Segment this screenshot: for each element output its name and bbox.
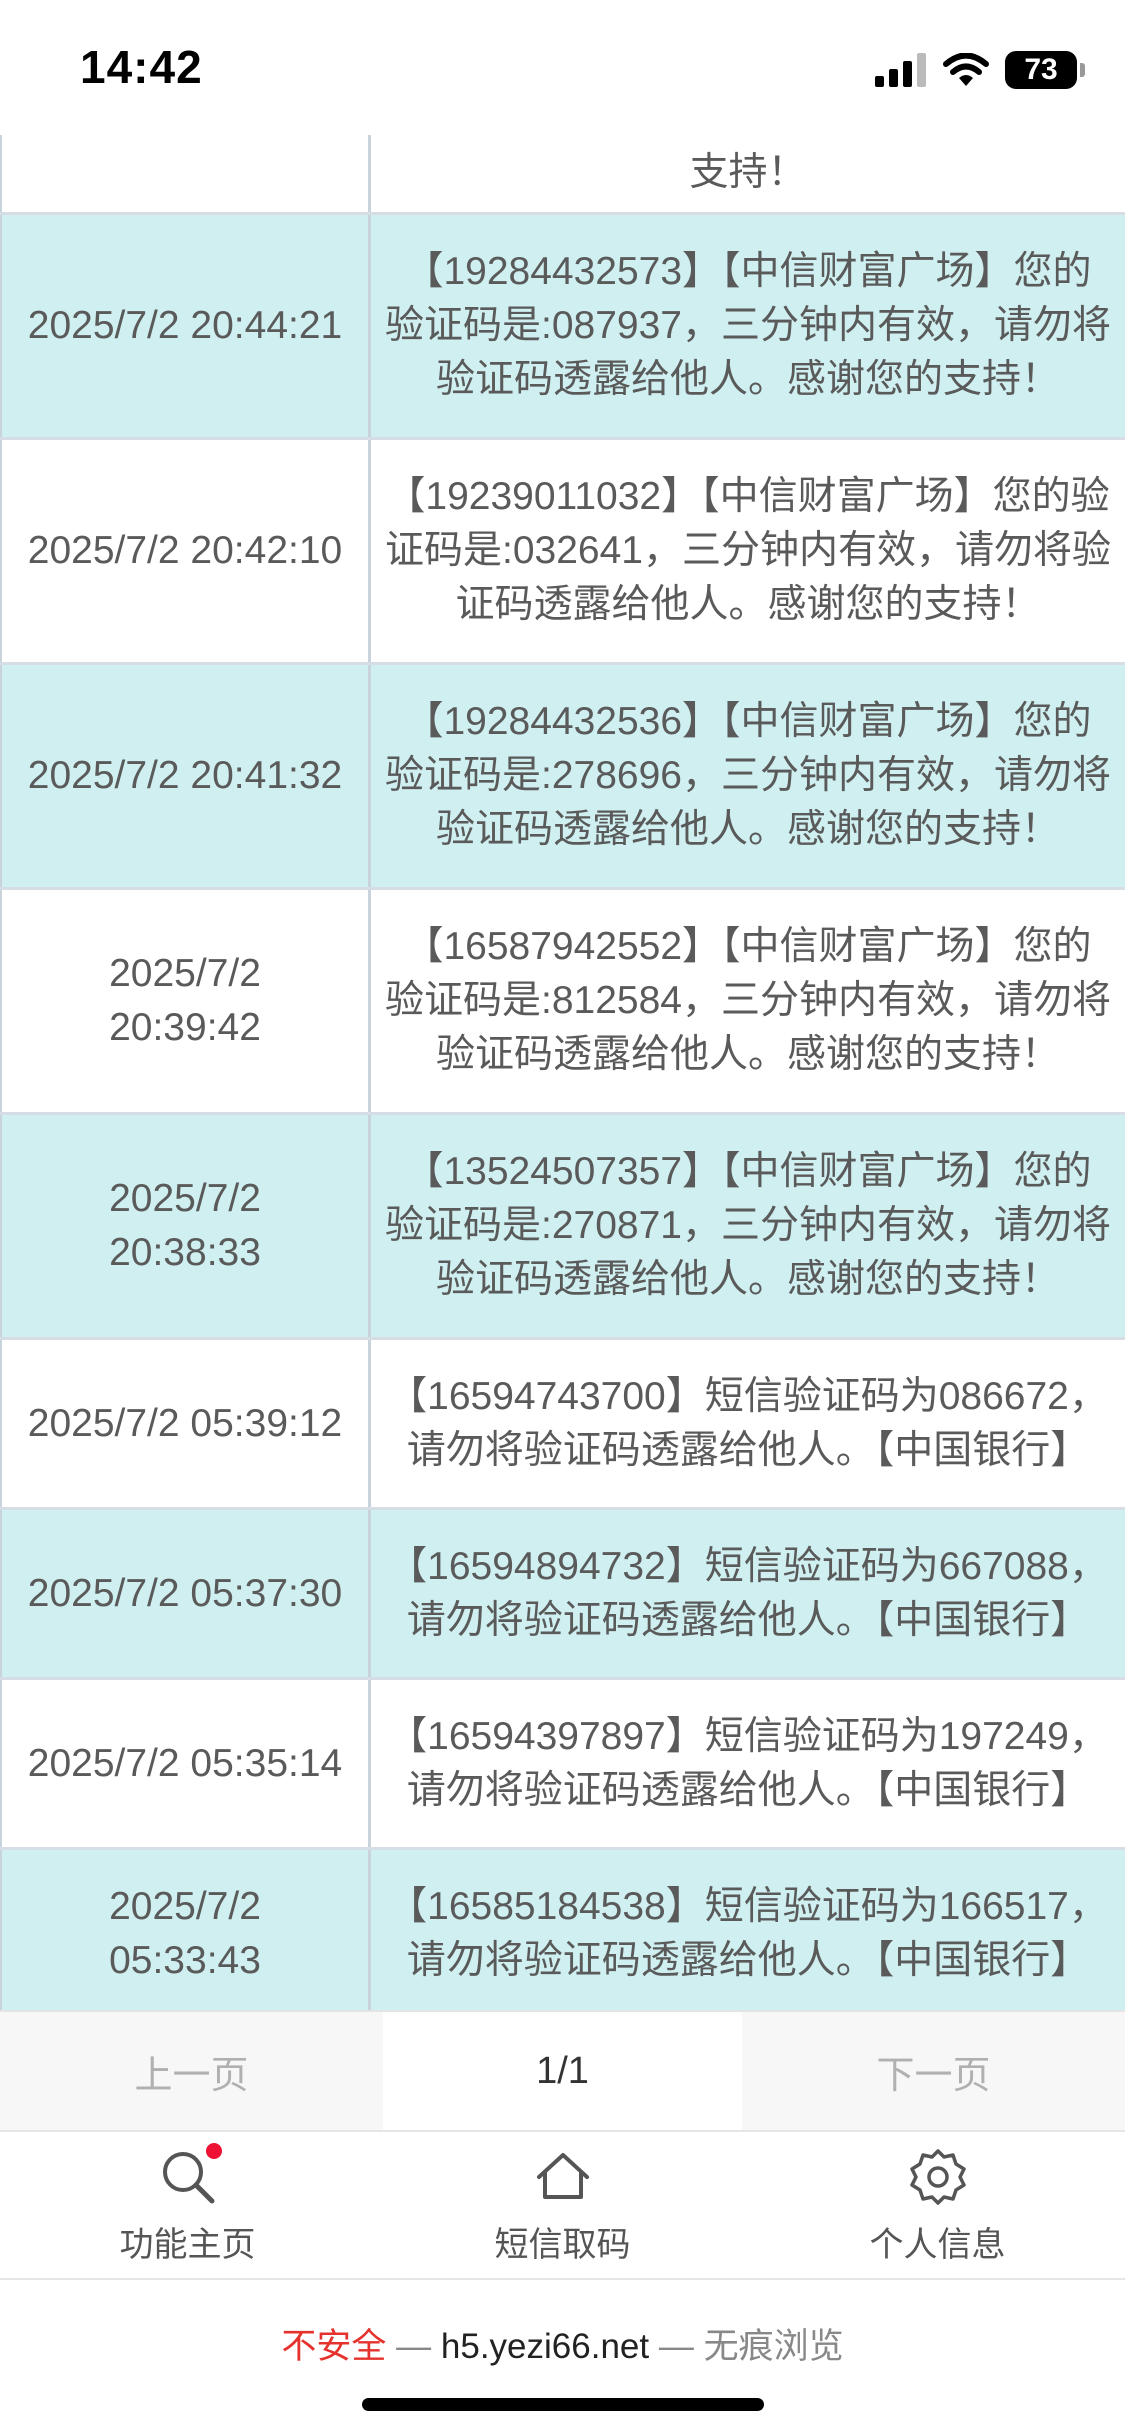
status-time: 14:42 [80, 41, 203, 93]
table-row: 2025/7/2 05:35:14 【16594397897】短信验证码为197… [0, 1680, 1125, 1850]
url-line[interactable]: 不安全 — h5.yezi66.net — 无痕浏览 [0, 2318, 1125, 2369]
tab-label: 功能主页 [119, 2225, 256, 2264]
notification-dot [205, 2142, 222, 2159]
sms-rows: 效，请勿将验证码透露给他人。感谢您的支持！ 2025/7/2 20:44:21 … [0, 135, 1125, 2010]
row-time: 2025/7/2 20:44:21 [0, 215, 371, 437]
home-indicator[interactable] [362, 2398, 764, 2411]
url-separator: — [386, 2327, 441, 2366]
prev-page-button[interactable]: 上一页 [0, 2012, 383, 2130]
table-row: 2025/7/2 20:39:42 【16587942552】【中信财富广场】您… [0, 890, 1125, 1115]
wifi-icon [943, 53, 989, 86]
row-time: 2025/7/2 20:41:32 [0, 665, 371, 887]
table-row: 2025/7/2 20:41:32 【19284432536】【中信财富广场】您… [0, 665, 1125, 890]
battery-icon: 73 [1005, 51, 1085, 89]
row-message: 【13524507357】【中信财富广场】您的验证码是:270871，三分钟内有… [385, 1150, 1111, 1301]
url-host: h5.yezi66.net [440, 2327, 650, 2366]
row-time: 2025/7/2 05:35:14 [0, 1680, 371, 1847]
table-row: 2025/7/2 20:38:33 【13524507357】【中信财富广场】您… [0, 1115, 1125, 1340]
cellular-signal-icon [875, 53, 926, 87]
insecure-label: 不安全 [281, 2327, 387, 2366]
row-message: 【16594894732】短信验证码为667088，请勿将验证码透露给他人。【中… [388, 1544, 1108, 1642]
table-row: 2025/7/2 05:33:43 【16585184538】短信验证码为166… [0, 1850, 1125, 2010]
row-time: 2025/7/2 20:42:10 [0, 440, 371, 662]
row-message: 【16594397897】短信验证码为197249，请勿将验证码透露给他人。【中… [388, 1714, 1108, 1812]
pagination: 上一页 1/1 下一页 [0, 2010, 1125, 2130]
table-row: 2025/7/2 05:39:12 【16594743700】短信验证码为086… [0, 1340, 1125, 1510]
tab-bar: 功能主页 短信取码 个人信息 [0, 2130, 1125, 2280]
gear-icon [906, 2145, 970, 2209]
row-message: 【19239011032】【中信财富广场】您的验证码是:032641，三分钟内有… [385, 475, 1111, 626]
table-row: 2025/7/2 20:44:21 【19284432573】【中信财富广场】您… [0, 215, 1125, 440]
tab-label: 个人信息 [869, 2225, 1006, 2264]
browser-url-bar[interactable]: 不安全 — h5.yezi66.net — 无痕浏览 [0, 2280, 1125, 2436]
status-icons: 73 [875, 48, 1085, 92]
table-row: 2025/7/2 20:42:10 【19239011032】【中信财富广场】您… [0, 440, 1125, 665]
private-mode-label: 无痕浏览 [703, 2327, 844, 2366]
table-row: 效，请勿将验证码透露给他人。感谢您的支持！ [0, 135, 1125, 215]
row-time: 2025/7/2 20:39:42 [0, 890, 371, 1112]
row-message: 【16585184538】短信验证码为166517，请勿将验证码透露给他人。【中… [388, 1884, 1108, 1982]
page-indicator: 1/1 [383, 2012, 742, 2130]
sms-table[interactable]: 效，请勿将验证码透露给他人。感谢您的支持！ 2025/7/2 20:44:21 … [0, 135, 1125, 2010]
row-time: 2025/7/2 05:39:12 [0, 1340, 371, 1507]
battery-level: 73 [1024, 53, 1058, 86]
row-time: 2025/7/2 20:38:33 [0, 1115, 371, 1337]
tab-home[interactable]: 功能主页 [0, 2132, 375, 2278]
status-bar: 14:42 73 [0, 0, 1125, 135]
row-time: 2025/7/2 05:37:30 [0, 1510, 371, 1677]
next-page-button[interactable]: 下一页 [742, 2012, 1125, 2130]
battery-nub [1080, 63, 1085, 77]
row-message: 【19284432536】【中信财富广场】您的验证码是:278696，三分钟内有… [385, 700, 1111, 851]
tab-sms[interactable]: 短信取码 [375, 2132, 750, 2278]
row-message: 【16587942552】【中信财富广场】您的验证码是:812584，三分钟内有… [385, 925, 1111, 1076]
row-message: 效，请勿将验证码透露给他人。感谢您的支持！ [397, 135, 1099, 194]
search-icon [156, 2142, 222, 2209]
row-message: 【16594743700】短信验证码为086672，请勿将验证码透露给他人。【中… [388, 1374, 1108, 1472]
tab-profile[interactable]: 个人信息 [750, 2132, 1125, 2278]
row-time [0, 135, 371, 212]
tab-label: 短信取码 [494, 2225, 631, 2264]
url-separator: — [649, 2327, 704, 2366]
table-row: 2025/7/2 05:37:30 【16594894732】短信验证码为667… [0, 1510, 1125, 1680]
row-message: 【19284432573】【中信财富广场】您的验证码是:087937，三分钟内有… [385, 250, 1111, 401]
home-icon [531, 2145, 595, 2209]
row-time: 2025/7/2 05:33:43 [0, 1850, 371, 2010]
